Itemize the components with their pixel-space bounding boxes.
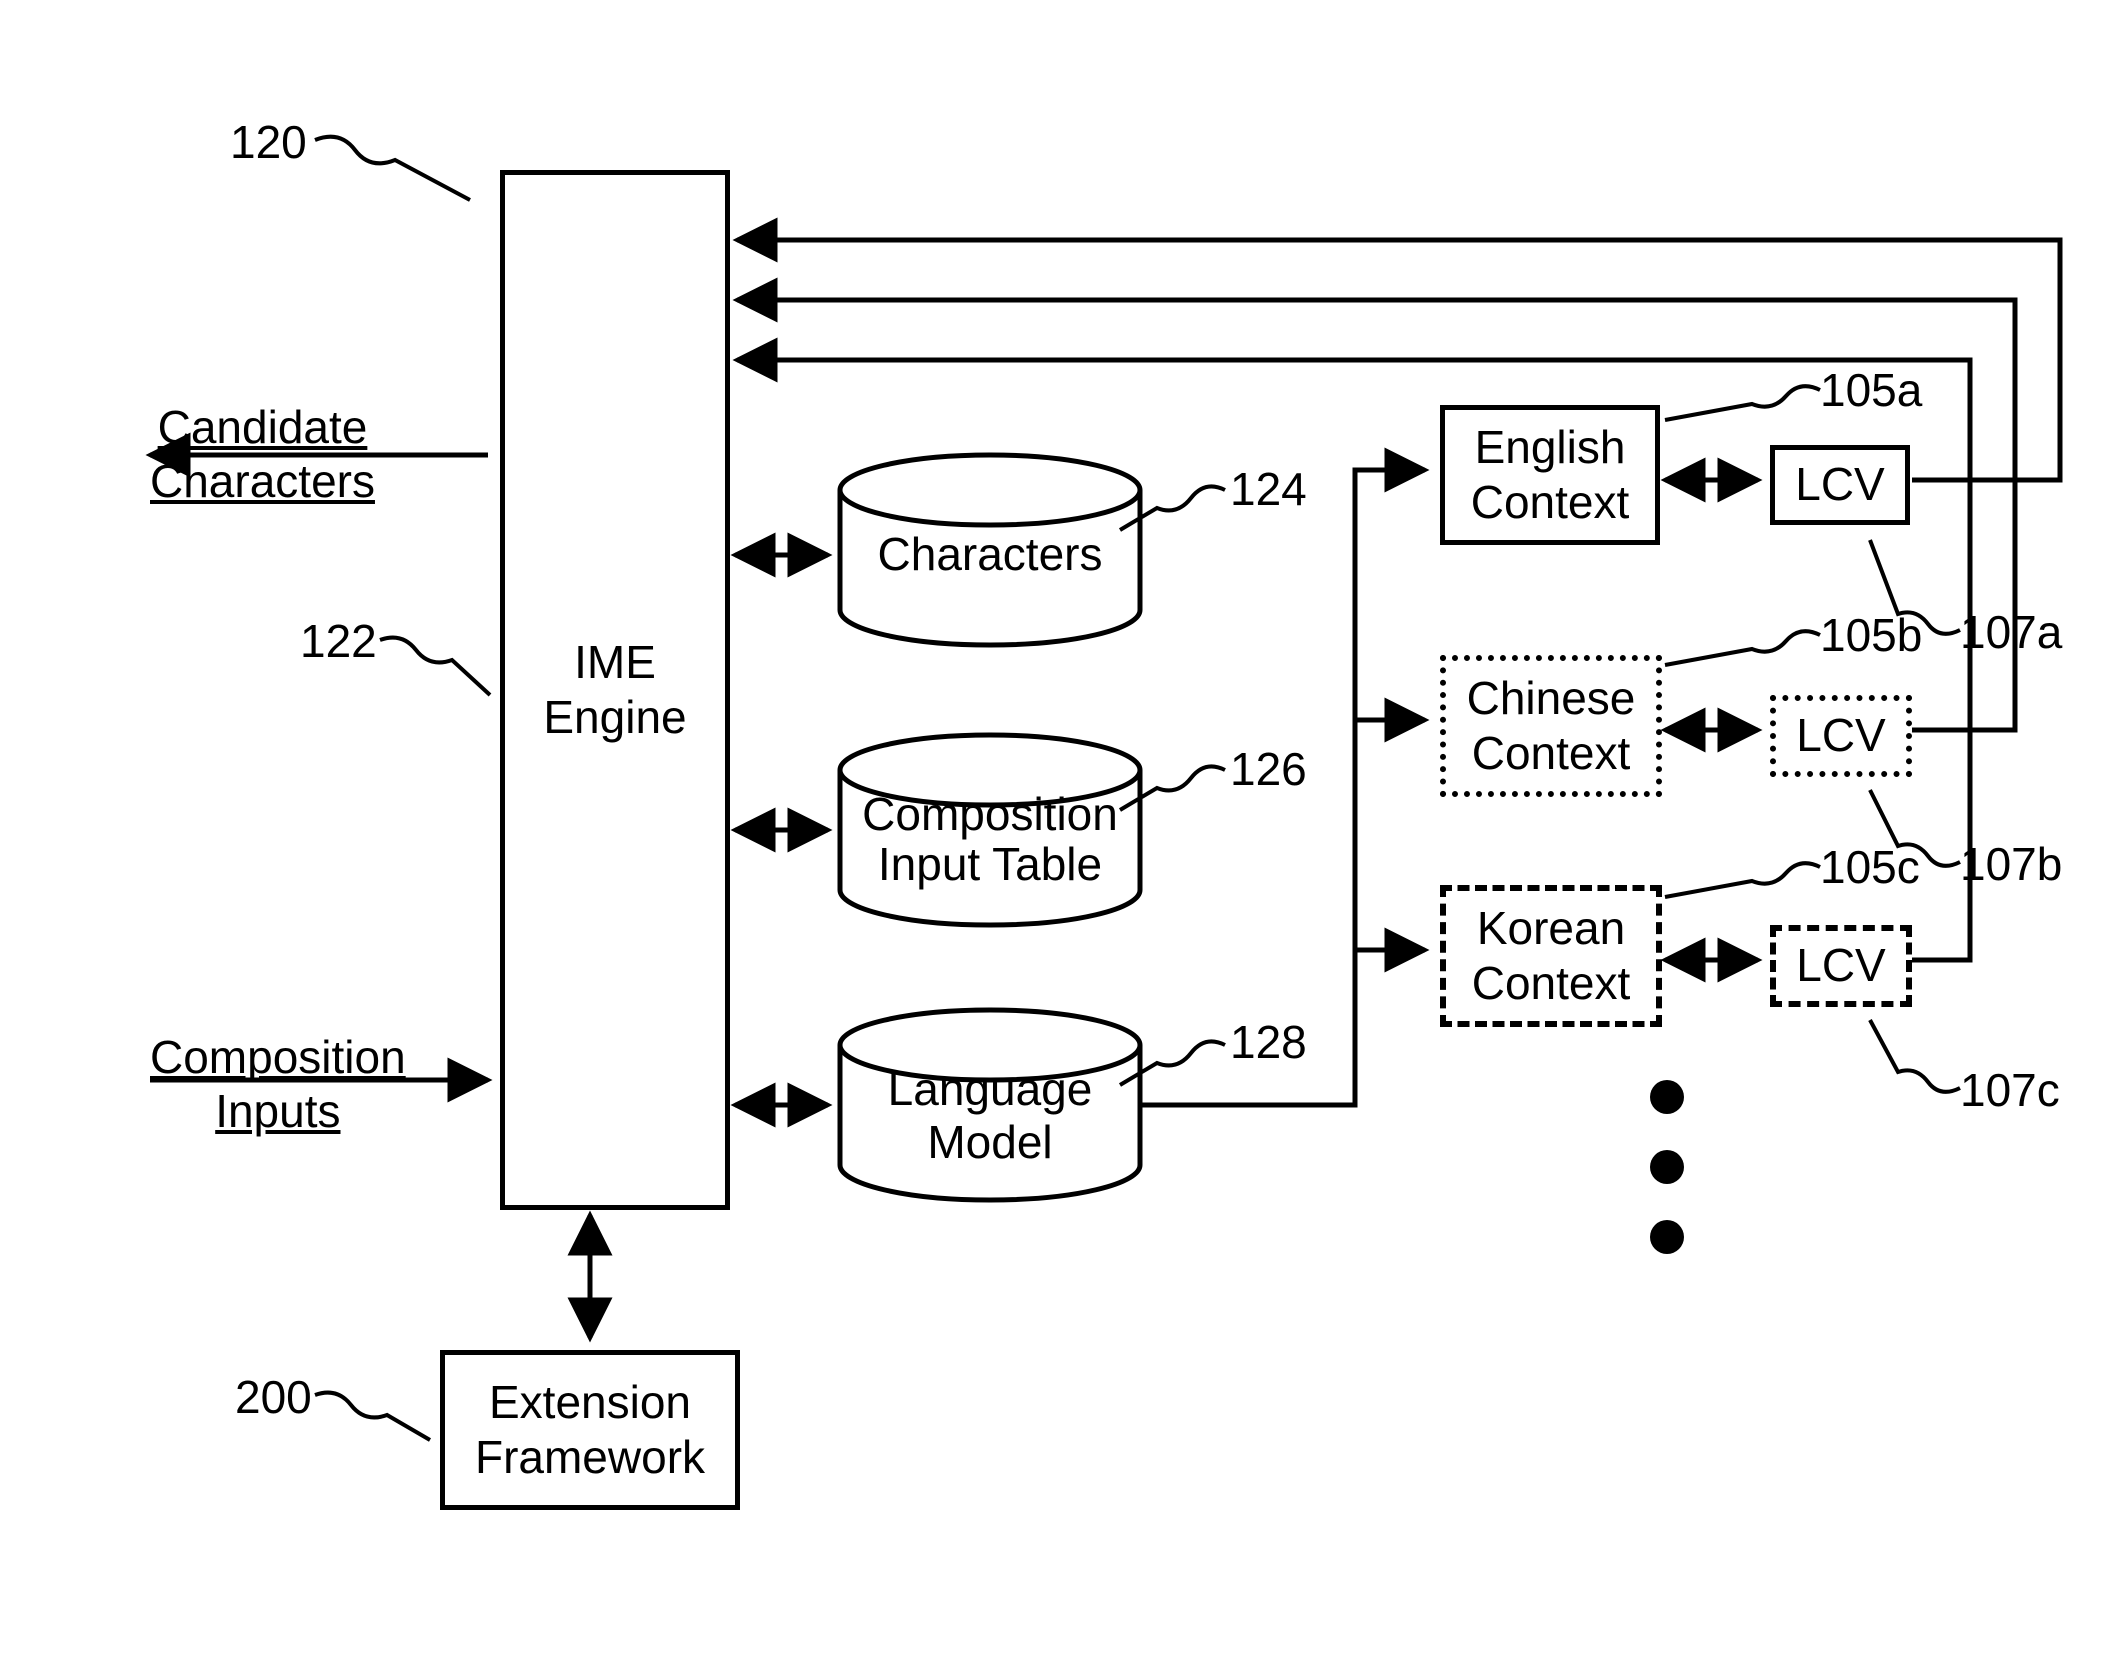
ref-105a: 105a bbox=[1820, 363, 1922, 417]
extension-framework-box: Extension Framework bbox=[440, 1350, 740, 1510]
diagram-canvas: IME Engine Extension Framework English C… bbox=[0, 0, 2122, 1671]
ref-126: 126 bbox=[1230, 742, 1307, 796]
ime-engine-label: IME Engine bbox=[505, 635, 725, 745]
ref-200: 200 bbox=[235, 1370, 312, 1424]
lcv-a-box: LCV bbox=[1770, 445, 1910, 525]
ref-107b: 107b bbox=[1960, 837, 2062, 891]
ellipsis-dot bbox=[1650, 1080, 1684, 1114]
ref-122: 122 bbox=[300, 614, 377, 668]
cyl-cit-text2: Input Table bbox=[878, 838, 1102, 890]
cyl-characters-text: Characters bbox=[878, 528, 1103, 580]
extension-framework-label: Extension Framework bbox=[445, 1375, 735, 1485]
chinese-context-label: Chinese Context bbox=[1446, 671, 1656, 781]
ref-120: 120 bbox=[230, 115, 307, 169]
ref-124: 124 bbox=[1230, 462, 1307, 516]
cyl-lm-text2: Model bbox=[927, 1116, 1052, 1168]
ellipsis-dot bbox=[1650, 1150, 1684, 1184]
english-context-label: English Context bbox=[1445, 420, 1655, 530]
ellipsis-dot bbox=[1650, 1220, 1684, 1254]
ref-107a: 107a bbox=[1960, 605, 2062, 659]
candidate-characters-label: Candidate Characters bbox=[150, 400, 375, 508]
composition-inputs-label: Composition Inputs bbox=[150, 1030, 406, 1138]
lcv-b-label: LCV bbox=[1796, 708, 1885, 763]
korean-context-label: Korean Context bbox=[1446, 901, 1656, 1011]
connector-overlay: Characters Composition Input Table Langu… bbox=[0, 0, 2122, 1671]
english-context-box: English Context bbox=[1440, 405, 1660, 545]
lcv-a-label: LCV bbox=[1795, 457, 1884, 512]
ref-105c: 105c bbox=[1820, 840, 1920, 894]
ref-105b: 105b bbox=[1820, 608, 1922, 662]
lcv-b-box: LCV bbox=[1770, 695, 1912, 777]
cyl-cit-text1: Composition bbox=[862, 788, 1118, 840]
korean-context-box: Korean Context bbox=[1440, 885, 1662, 1027]
lcv-c-box: LCV bbox=[1770, 925, 1912, 1007]
cyl-lm-text1: Language bbox=[888, 1063, 1093, 1115]
ref-128: 128 bbox=[1230, 1015, 1307, 1069]
lcv-c-label: LCV bbox=[1796, 938, 1885, 993]
ime-engine-box: IME Engine bbox=[500, 170, 730, 1210]
chinese-context-box: Chinese Context bbox=[1440, 655, 1662, 797]
ref-107c: 107c bbox=[1960, 1063, 2060, 1117]
